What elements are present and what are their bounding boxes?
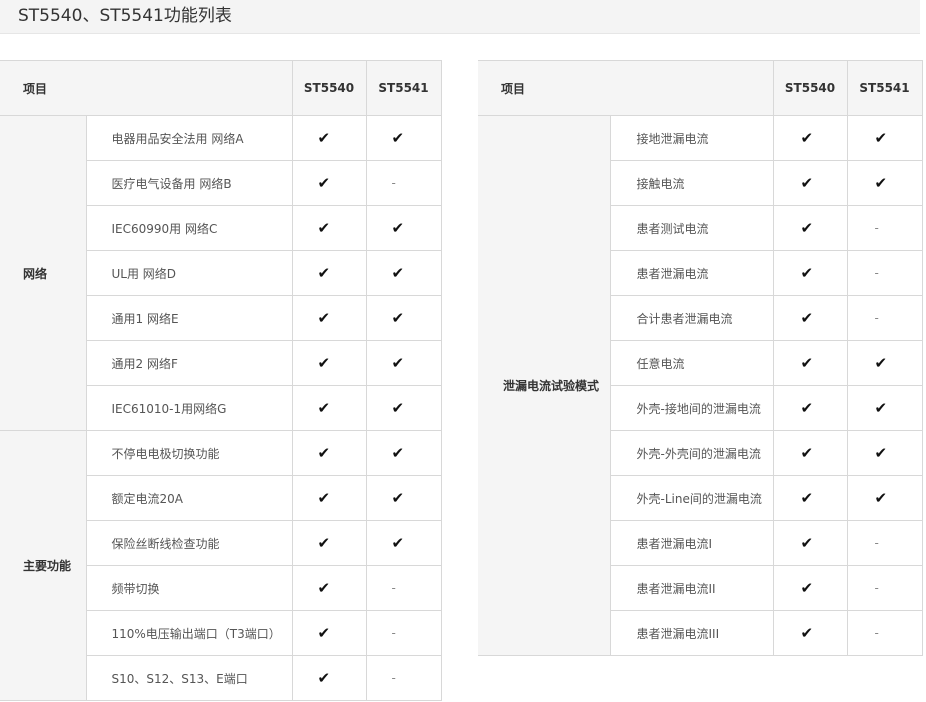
check-mark-icon: ✔ bbox=[846, 475, 923, 521]
feature-name: 患者泄漏电流 bbox=[610, 250, 774, 296]
group-label: 泄漏电流试验模式 bbox=[478, 115, 611, 656]
dash-mark: - bbox=[365, 160, 442, 206]
check-mark-icon: ✔ bbox=[291, 250, 367, 296]
table-row: 泄漏电流试验模式 接地泄漏电流 ✔ ✔ bbox=[478, 115, 923, 656]
check-mark-icon: ✔ bbox=[291, 385, 367, 431]
check-mark-icon: ✔ bbox=[291, 565, 367, 611]
check-mark-icon: ✔ bbox=[291, 160, 367, 206]
feature-name: 通用1 网络E bbox=[86, 295, 293, 341]
check-mark-icon: ✔ bbox=[846, 115, 923, 161]
check-mark-icon: ✔ bbox=[772, 115, 848, 161]
check-mark-icon: ✔ bbox=[291, 520, 367, 566]
check-mark-icon: ✔ bbox=[365, 430, 442, 476]
check-mark-icon: ✔ bbox=[365, 115, 442, 161]
table-row: 主要功能 不停电电极切换功能 ✔ ✔ bbox=[0, 430, 442, 701]
header-item: 项目 bbox=[0, 60, 293, 116]
feature-name: 患者测试电流 bbox=[610, 205, 774, 251]
check-mark-icon: ✔ bbox=[291, 430, 367, 476]
header-model-st5541: ST5541 bbox=[846, 60, 923, 116]
check-mark-icon: ✔ bbox=[365, 250, 442, 296]
check-mark-icon: ✔ bbox=[772, 160, 848, 206]
group-label: 主要功能 bbox=[0, 430, 87, 701]
table-header-row: 项目 ST5540 ST5541 bbox=[0, 60, 442, 116]
check-mark-icon: ✔ bbox=[772, 385, 848, 431]
check-mark-icon: ✔ bbox=[772, 250, 848, 296]
check-mark-icon: ✔ bbox=[365, 340, 442, 386]
feature-name: 接地泄漏电流 bbox=[609, 115, 774, 161]
feature-name: 任意电流 bbox=[610, 340, 774, 386]
feature-name: 电器用品安全法用 网络A bbox=[85, 115, 293, 161]
feature-name: 接触电流 bbox=[610, 160, 774, 206]
feature-name: 患者泄漏电流Ⅰ bbox=[610, 520, 774, 566]
check-mark-icon: ✔ bbox=[365, 520, 442, 566]
feature-name: 不停电电极切换功能 bbox=[85, 430, 293, 476]
check-mark-icon: ✔ bbox=[291, 475, 367, 521]
dash-mark: - bbox=[365, 655, 442, 701]
feature-name: 频带切换 bbox=[86, 565, 293, 611]
group-label: 网络 bbox=[0, 115, 87, 431]
check-mark-icon: ✔ bbox=[365, 205, 442, 251]
check-mark-icon: ✔ bbox=[772, 610, 848, 656]
check-mark-icon: ✔ bbox=[365, 295, 442, 341]
check-mark-icon: ✔ bbox=[291, 610, 367, 656]
feature-name: 患者泄漏电流ⅠⅠ bbox=[610, 565, 774, 611]
check-mark-icon: ✔ bbox=[772, 565, 848, 611]
feature-name: 外壳-外壳间的泄漏电流 bbox=[610, 430, 774, 476]
header-model-st5540: ST5540 bbox=[772, 60, 848, 116]
feature-name: S10、S12、S13、E端口 bbox=[86, 655, 293, 701]
dash-mark: - bbox=[846, 205, 923, 251]
header-model-st5540: ST5540 bbox=[291, 60, 367, 116]
check-mark-icon: ✔ bbox=[846, 340, 923, 386]
feature-table-right: 项目 ST5540 ST5541 泄漏电流试验模式 接地泄漏电流 ✔ ✔ 接触电流 ✔ ✔ 患者测试… bbox=[478, 60, 923, 656]
check-mark-icon: ✔ bbox=[772, 520, 848, 566]
dash-mark: - bbox=[846, 295, 923, 341]
check-mark-icon: ✔ bbox=[772, 340, 848, 386]
check-mark-icon: ✔ bbox=[772, 475, 848, 521]
feature-name: IEC61010-1用网络G bbox=[86, 385, 293, 431]
check-mark-icon: ✔ bbox=[291, 655, 367, 701]
feature-name: 外壳-Line间的泄漏电流 bbox=[610, 475, 774, 521]
check-mark-icon: ✔ bbox=[772, 295, 848, 341]
dash-mark: - bbox=[365, 610, 442, 656]
page-title: ST5540、ST5541功能列表 bbox=[18, 6, 232, 26]
page-header: ST5540、ST5541功能列表 bbox=[0, 0, 920, 34]
feature-name: IEC60990用 网络C bbox=[86, 205, 293, 251]
feature-name: 保险丝断线检查功能 bbox=[86, 520, 293, 566]
feature-name: UL用 网络D bbox=[86, 250, 293, 296]
header-model-st5541: ST5541 bbox=[365, 60, 442, 116]
feature-name: 额定电流20A bbox=[86, 475, 293, 521]
feature-name: 110%电压输出端口（T3端口） bbox=[86, 610, 293, 656]
dash-mark: - bbox=[846, 565, 923, 611]
dash-mark: - bbox=[365, 565, 442, 611]
check-mark-icon: ✔ bbox=[846, 430, 923, 476]
check-mark-icon: ✔ bbox=[291, 205, 367, 251]
check-mark-icon: ✔ bbox=[365, 475, 442, 521]
header-item: 项目 bbox=[478, 60, 774, 116]
check-mark-icon: ✔ bbox=[291, 295, 367, 341]
check-mark-icon: ✔ bbox=[291, 115, 367, 161]
check-mark-icon: ✔ bbox=[846, 385, 923, 431]
feature-name: 患者泄漏电流ⅠⅠⅠ bbox=[610, 610, 774, 656]
feature-name: 合计患者泄漏电流 bbox=[610, 295, 774, 341]
feature-name: 外壳-接地间的泄漏电流 bbox=[610, 385, 774, 431]
dash-mark: - bbox=[846, 250, 923, 296]
check-mark-icon: ✔ bbox=[772, 205, 848, 251]
dash-mark: - bbox=[846, 610, 923, 656]
dash-mark: - bbox=[846, 520, 923, 566]
table-row: 网络 电器用品安全法用 网络A ✔ ✔ bbox=[0, 115, 442, 431]
check-mark-icon: ✔ bbox=[772, 430, 848, 476]
feature-table-left: 项目 ST5540 ST5541 网络 电器用品安全法用 网络A ✔ ✔ 医疗电气设备用 网络… bbox=[0, 60, 442, 701]
feature-name: 医疗电气设备用 网络B bbox=[86, 160, 293, 206]
check-mark-icon: ✔ bbox=[365, 385, 442, 431]
feature-name: 通用2 网络F bbox=[86, 340, 293, 386]
check-mark-icon: ✔ bbox=[291, 340, 367, 386]
table-header-row: 项目 ST5540 ST5541 bbox=[478, 60, 923, 116]
check-mark-icon: ✔ bbox=[846, 160, 923, 206]
